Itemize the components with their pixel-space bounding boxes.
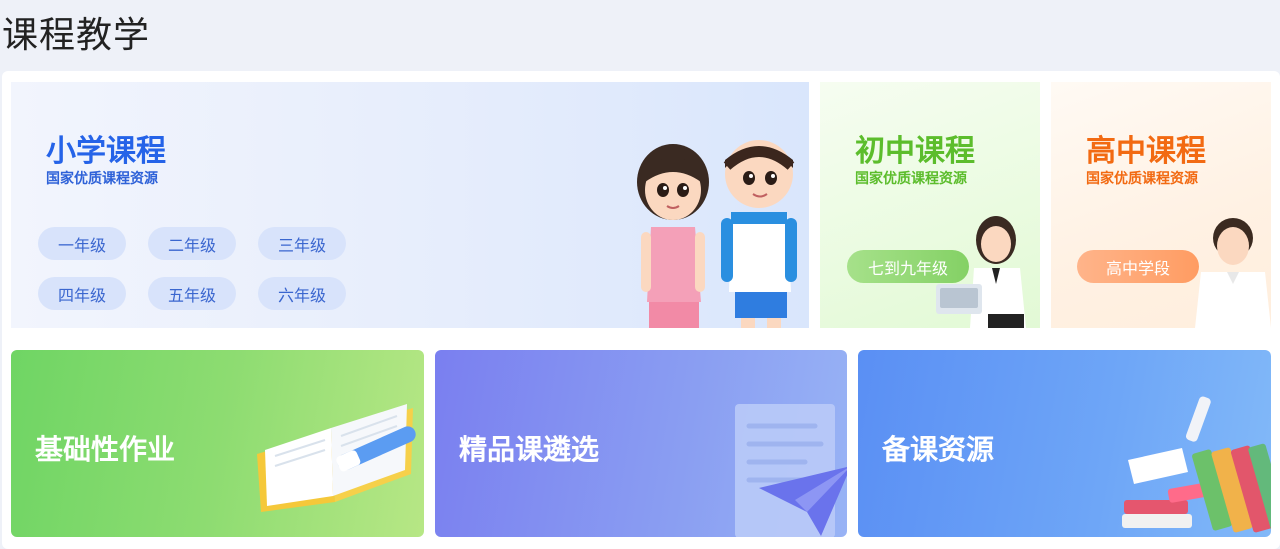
- tile-premium-course-label: 精品课遴选: [459, 433, 600, 466]
- grade-button-6[interactable]: 六年级: [258, 277, 346, 310]
- tile-basic-homework-label: 基础性作业: [35, 433, 176, 466]
- senior-course-card[interactable]: 高中课程 国家优质课程资源 高中学段: [1051, 82, 1271, 328]
- grade-button-4[interactable]: 四年级: [38, 277, 126, 310]
- grade-button-5[interactable]: 五年级: [148, 277, 236, 310]
- male-teacher-illustration: [1195, 218, 1271, 328]
- junior-course-card[interactable]: 初中课程 国家优质课程资源 七到九年级: [820, 82, 1040, 328]
- junior-course-subtitle: 国家优质课程资源: [855, 171, 967, 187]
- teacher-illustration: [936, 216, 1026, 328]
- open-book-pen-icon: [257, 404, 416, 512]
- primary-course-card[interactable]: 小学课程 国家优质课程资源 一年级 二年级 三年级 四年级 五年级 六年级: [11, 82, 809, 328]
- grade-button-1[interactable]: 一年级: [38, 227, 126, 260]
- students-illustration: [637, 140, 797, 328]
- junior-course-title: 初中课程: [855, 134, 975, 169]
- tile-premium-course[interactable]: 精品课遴选: [435, 350, 847, 537]
- book-stack-icon: [1122, 396, 1271, 533]
- tile-lesson-prep-label: 备课资源: [882, 433, 995, 466]
- senior-stage-button[interactable]: 高中学段: [1077, 250, 1199, 283]
- senior-course-title: 高中课程: [1086, 134, 1206, 169]
- paper-plane-document-icon: [735, 404, 847, 537]
- tile-lesson-prep[interactable]: 备课资源: [858, 350, 1271, 537]
- tile-basic-homework[interactable]: 基础性作业: [11, 350, 424, 537]
- primary-course-subtitle: 国家优质课程资源: [46, 171, 158, 187]
- grade-button-3[interactable]: 三年级: [258, 227, 346, 260]
- primary-course-title: 小学课程: [46, 134, 166, 169]
- page-title: 课程教学: [2, 15, 151, 56]
- grade-button-2[interactable]: 二年级: [148, 227, 236, 260]
- senior-course-subtitle: 国家优质课程资源: [1086, 171, 1198, 187]
